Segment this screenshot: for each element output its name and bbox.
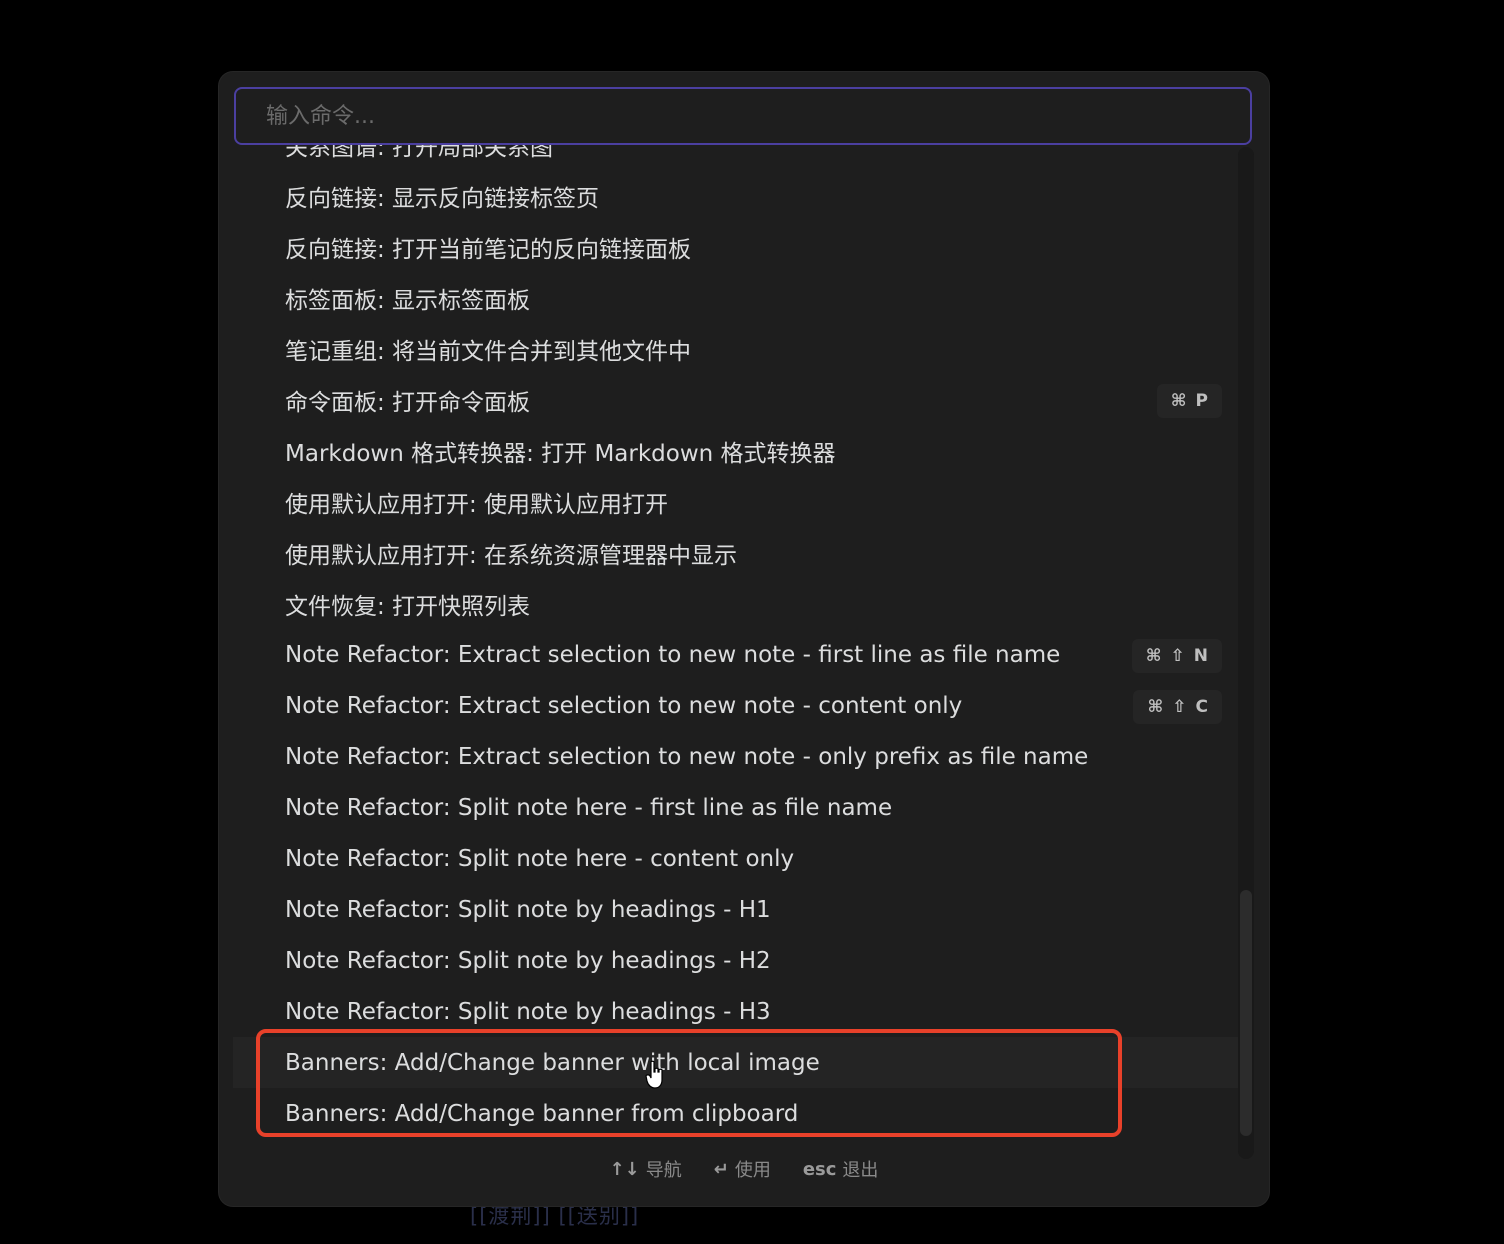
hotkey-key: C <box>1195 697 1208 717</box>
esc-key-label: esc <box>802 1158 837 1180</box>
command-item[interactable]: Note Refactor: Extract selection to new … <box>233 731 1238 782</box>
hotkey-badge: ⌘ P <box>1156 384 1222 418</box>
instruction-label: 退出 <box>842 1160 879 1181</box>
command-item-label: 标签面板: 显示标签面板 <box>285 287 531 314</box>
command-item[interactable]: 文件恢复: 打开快照列表 <box>233 578 1238 629</box>
scrollbar-thumb[interactable] <box>1240 890 1252 1136</box>
command-item-label: Note Refactor: Extract selection to new … <box>285 743 1089 770</box>
command-item[interactable]: 反向链接: 打开当前笔记的反向链接面板 <box>233 221 1238 272</box>
command-item[interactable]: Note Refactor: Extract selection to new … <box>233 629 1238 680</box>
command-item[interactable]: 使用默认应用打开: 在系统资源管理器中显示 <box>233 527 1238 578</box>
mouse-cursor-icon <box>645 1060 663 1089</box>
command-item[interactable]: 反向链接: 显示反向链接标签页 <box>233 170 1238 221</box>
hotkey-key: ⌘ <box>1145 646 1162 666</box>
command-item-label: Note Refactor: Split note here - first l… <box>285 794 893 821</box>
hotkey-badge: ⌘ ⇧ C <box>1133 690 1222 724</box>
hotkey-key: ⌘ <box>1147 697 1164 717</box>
annotation-highlight-box <box>256 1029 1122 1137</box>
command-item-label: 命令面板: 打开命令面板 <box>285 389 531 416</box>
command-item[interactable]: 使用默认应用打开: 使用默认应用打开 <box>233 476 1238 527</box>
command-item-label: Note Refactor: Extract selection to new … <box>285 692 963 719</box>
instruction-navigate: ↑↓ 导航 <box>610 1156 682 1182</box>
hotkey-key: ⌘ <box>1170 391 1187 411</box>
hotkey-key: P <box>1195 391 1208 411</box>
command-item[interactable]: 关系图谱: 打开局部关系图 <box>233 145 1238 170</box>
command-item-label: Note Refactor: Split note by headings - … <box>285 896 771 923</box>
command-item[interactable]: Markdown 格式转换器: 打开 Markdown 格式转换器 <box>233 425 1238 476</box>
command-item-label: 笔记重组: 将当前文件合并到其他文件中 <box>285 338 692 365</box>
instruction-use: ↵ 使用 <box>714 1156 771 1182</box>
instruction-label: 使用 <box>734 1160 771 1181</box>
footer-instructions: ↑↓ 导航 ↵ 使用 esc 退出 <box>219 1154 1269 1184</box>
command-item-label: Note Refactor: Split note by headings - … <box>285 998 771 1025</box>
command-item-label: 关系图谱: 打开局部关系图 <box>285 145 554 161</box>
arrow-keys-icon: ↑↓ <box>609 1158 640 1180</box>
command-item-label: 使用默认应用打开: 使用默认应用打开 <box>285 491 669 518</box>
instruction-label: 导航 <box>645 1160 682 1181</box>
command-item-label: Note Refactor: Extract selection to new … <box>285 641 1061 668</box>
command-item-label: 使用默认应用打开: 在系统资源管理器中显示 <box>285 542 738 569</box>
command-item-label: 反向链接: 打开当前笔记的反向链接面板 <box>285 236 692 263</box>
command-item[interactable]: Note Refactor: Split note here - content… <box>233 833 1238 884</box>
command-item[interactable]: Note Refactor: Extract selection to new … <box>233 680 1238 731</box>
hotkey-key: ⇧ <box>1170 646 1185 666</box>
command-item-label: 文件恢复: 打开快照列表 <box>285 593 531 620</box>
command-item[interactable]: 标签面板: 显示标签面板 <box>233 272 1238 323</box>
hotkey-badge: ⌘ ⇧ N <box>1131 639 1222 673</box>
command-item[interactable]: Note Refactor: Split note here - first l… <box>233 782 1238 833</box>
command-item[interactable]: Note Refactor: Split note by headings - … <box>233 935 1238 986</box>
command-item-label: Markdown 格式转换器: 打开 Markdown 格式转换器 <box>285 440 836 467</box>
enter-key-icon: ↵ <box>713 1158 729 1180</box>
instruction-dismiss: esc 退出 <box>803 1156 879 1182</box>
hotkey-key: N <box>1193 646 1208 666</box>
command-item-label: Note Refactor: Split note here - content… <box>285 845 795 872</box>
command-item[interactable]: 命令面板: 打开命令面板 ⌘ P <box>233 374 1238 425</box>
command-item[interactable]: Note Refactor: Split note by headings - … <box>233 884 1238 935</box>
command-palette: 关系图谱: 打开局部关系图反向链接: 显示反向链接标签页反向链接: 打开当前笔记… <box>219 72 1269 1206</box>
command-item[interactable]: 笔记重组: 将当前文件合并到其他文件中 <box>233 323 1238 374</box>
command-search-input[interactable] <box>234 87 1252 145</box>
command-list: 关系图谱: 打开局部关系图反向链接: 显示反向链接标签页反向链接: 打开当前笔记… <box>233 145 1238 1159</box>
command-item-label: 反向链接: 显示反向链接标签页 <box>285 185 600 212</box>
command-item-label: Note Refactor: Split note by headings - … <box>285 947 771 974</box>
hotkey-key: ⇧ <box>1172 697 1187 717</box>
